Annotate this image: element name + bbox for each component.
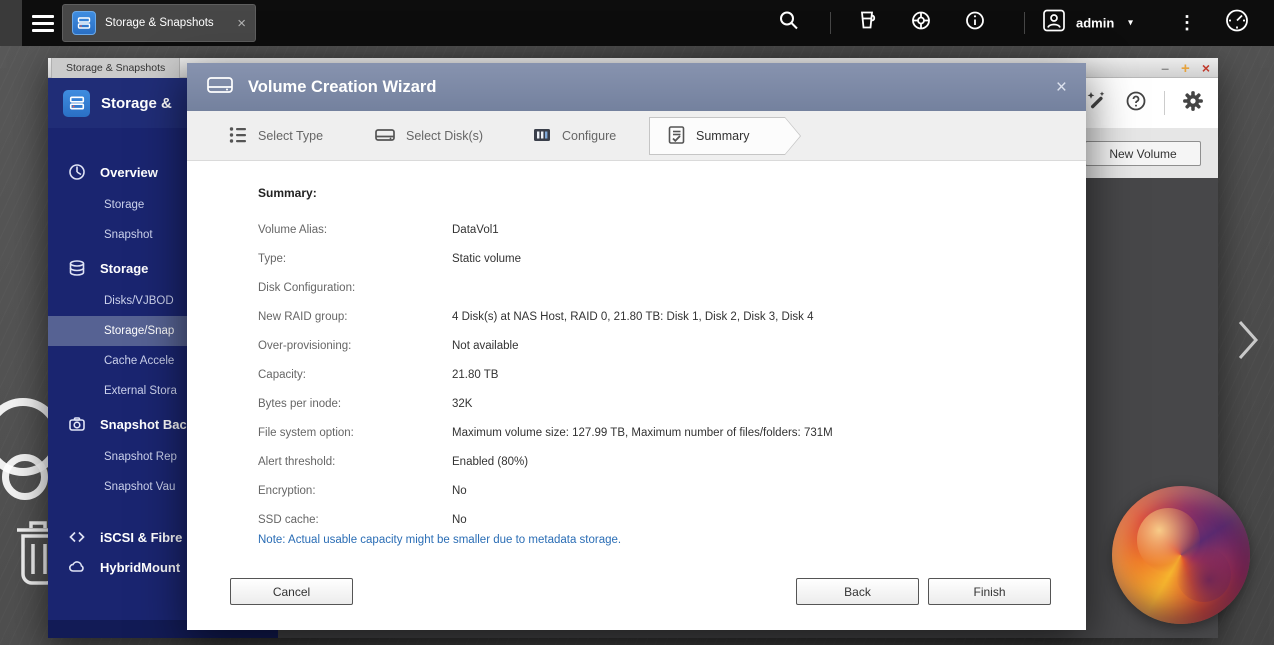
- topbar-divider: [830, 12, 831, 34]
- summary-rows: Volume Alias:DataVol1 Type:Static volume…: [258, 215, 1056, 534]
- info-icon[interactable]: [964, 10, 986, 37]
- storage-icon: [68, 259, 86, 277]
- step-select-type: Select Type: [228, 111, 323, 161]
- storage-snapshots-app-icon: [63, 90, 90, 117]
- select-type-icon: [228, 125, 248, 148]
- topbar-divider: [1024, 12, 1025, 34]
- topbar: Storage & Snapshots × admin ▾ ⋮: [0, 0, 1274, 46]
- summary-heading: Summary:: [258, 186, 317, 200]
- iscsi-icon: [68, 528, 86, 546]
- wizard-steps: Select Type Select Disk(s) Configure Sum…: [187, 111, 1086, 161]
- dialog-header: Volume Creation Wizard ×: [187, 63, 1086, 111]
- summary-row-type: Type:Static volume: [258, 244, 1056, 273]
- window-close-icon[interactable]: ×: [1202, 60, 1210, 76]
- main-menu-button[interactable]: [32, 15, 54, 32]
- help-icon[interactable]: [1125, 90, 1147, 117]
- hybridmount-icon: [68, 558, 86, 576]
- summary-row-volume-alias: Volume Alias:DataVol1: [258, 215, 1056, 244]
- watermark-logo: [1112, 486, 1250, 624]
- close-icon[interactable]: ×: [1056, 78, 1067, 97]
- screen: Storage & Snapshots × admin ▾ ⋮ Storage …: [0, 0, 1274, 645]
- step-summary: Summary: [649, 117, 801, 155]
- summary-icon: [667, 125, 686, 148]
- configure-icon: [532, 125, 552, 148]
- summary-row-encryption: Encryption:No: [258, 476, 1056, 505]
- app-tab-label: Storage & Snapshots: [105, 17, 214, 29]
- dialog-title: Volume Creation Wizard: [248, 78, 436, 97]
- cancel-button[interactable]: Cancel: [230, 578, 353, 605]
- summary-row-file-system-option: File system option:Maximum volume size: …: [258, 418, 1056, 447]
- step-select-disks: Select Disk(s): [374, 111, 483, 161]
- external-device-icon[interactable]: [910, 10, 932, 37]
- capacity-note: Note: Actual usable capacity might be sm…: [258, 534, 621, 546]
- user-menu-label[interactable]: admin: [1076, 16, 1114, 31]
- user-icon[interactable]: [1042, 9, 1066, 38]
- recommended-tools-icon[interactable]: [1086, 90, 1108, 117]
- tab-close-icon[interactable]: ×: [237, 16, 246, 31]
- next-page-chevron-icon[interactable]: [1234, 318, 1262, 367]
- volume-creation-wizard-dialog: Volume Creation Wizard × Select Type Sel…: [187, 63, 1086, 630]
- more-options-icon[interactable]: ⋮: [1178, 13, 1196, 34]
- summary-row-over-provisioning: Over-provisioning:Not available: [258, 331, 1056, 360]
- overview-icon: [68, 163, 86, 181]
- search-icon[interactable]: [778, 10, 800, 37]
- finish-button[interactable]: Finish: [928, 578, 1051, 605]
- select-disks-icon: [374, 125, 396, 148]
- summary-row-new-raid-group: New RAID group:4 Disk(s) at NAS Host, RA…: [258, 302, 1056, 331]
- topbar-corner: [0, 0, 22, 46]
- gear-icon[interactable]: [1182, 90, 1204, 117]
- summary-row-disk-configuration: Disk Configuration:: [258, 273, 1056, 302]
- new-volume-button[interactable]: New Volume: [1085, 141, 1201, 166]
- dashboard-icon[interactable]: [1224, 8, 1250, 39]
- window-maximize-icon[interactable]: +: [1181, 60, 1190, 77]
- summary-row-capacity: Capacity:21.80 TB: [258, 360, 1056, 389]
- window-minimize-icon[interactable]: –: [1161, 60, 1169, 76]
- chevron-down-icon[interactable]: ▾: [1128, 18, 1133, 29]
- summary-row-bytes-per-inode: Bytes per inode:32K: [258, 389, 1056, 418]
- app-tab-storage-snapshots[interactable]: Storage & Snapshots ×: [62, 4, 256, 42]
- summary-row-ssd-cache: SSD cache:No: [258, 505, 1056, 534]
- summary-panel: Summary: Volume Alias:DataVol1 Type:Stat…: [187, 161, 1086, 630]
- volume-icon: [206, 74, 234, 101]
- snapshot-backup-icon: [68, 415, 86, 433]
- summary-row-alert-threshold: Alert threshold:Enabled (80%): [258, 447, 1056, 476]
- wallpaper-circle-icon: [2, 454, 48, 500]
- back-button[interactable]: Back: [796, 578, 919, 605]
- app-title: Storage &: [101, 95, 172, 112]
- window-titlebar-tab[interactable]: Storage & Snapshots: [51, 58, 180, 78]
- step-configure: Configure: [532, 111, 616, 161]
- storage-snapshots-icon: [72, 11, 96, 35]
- background-tasks-icon[interactable]: [856, 10, 878, 37]
- toolbar-divider: [1164, 91, 1165, 115]
